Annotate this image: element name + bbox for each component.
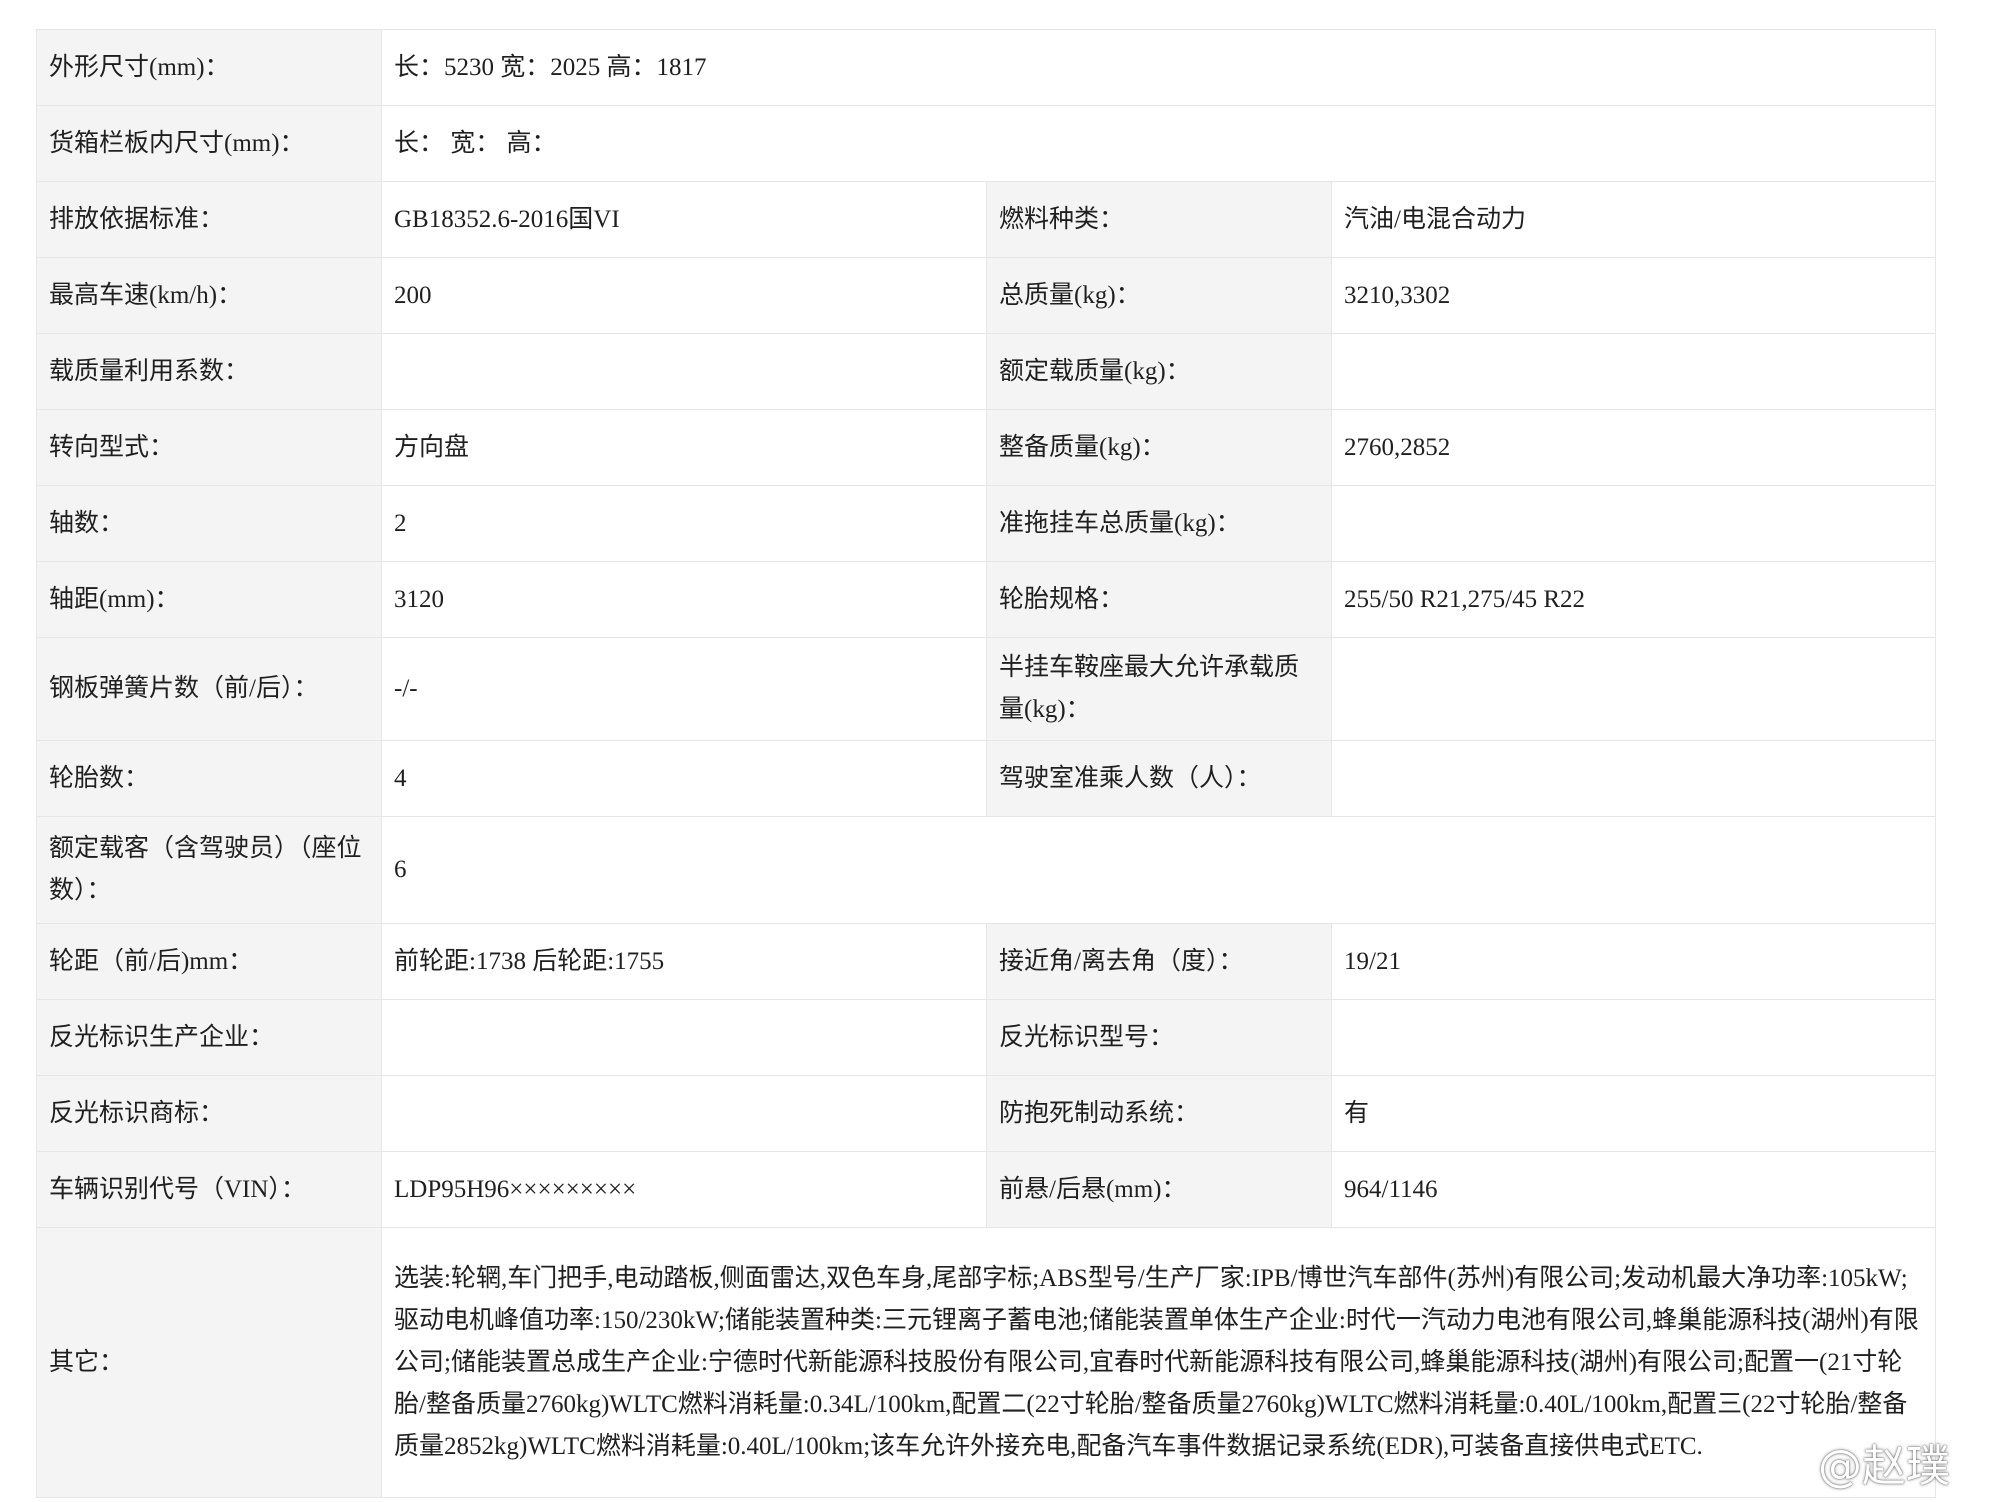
weibo-watermark: @赵璞: [1752, 1432, 1982, 1492]
field-label: 其它：: [36, 1227, 382, 1498]
field-value: 2: [381, 485, 987, 562]
field-label: 轴数：: [36, 485, 382, 562]
field-value: LDP95H96×××××××××: [381, 1151, 987, 1228]
field-label: 接近角/离去角（度）：: [986, 923, 1332, 1000]
field-label: 驾驶室准乘人数（人）：: [986, 740, 1332, 817]
field-value: [1330, 637, 1937, 741]
table-row: 载质量利用系数： 额定载质量(kg)：: [36, 333, 1937, 410]
field-value: [381, 1075, 987, 1152]
field-value: [381, 333, 987, 410]
table-row: 轮距（前/后)mm： 前轮距:1738 后轮距:1755 接近角/离去角（度）：…: [36, 923, 1937, 1000]
other-notes-value: 选装:轮辋,车门把手,电动踏板,侧面雷达,双色车身,尾部字标;ABS型号/生产厂…: [380, 1227, 1937, 1498]
field-value: 方向盘: [381, 409, 987, 486]
field-value: [1330, 485, 1937, 562]
field-value: [1330, 740, 1937, 817]
field-label: 外形尺寸(mm)：: [36, 29, 382, 106]
table-row: 排放依据标准： GB18352.6-2016国VI 燃料种类： 汽油/电混合动力: [36, 181, 1937, 258]
table-row: 最高车速(km/h)： 200 总质量(kg)： 3210,3302: [36, 257, 1937, 334]
field-label: 轮胎规格：: [986, 561, 1332, 638]
field-label: 半挂车鞍座最大允许承载质量(kg)：: [986, 637, 1332, 741]
vehicle-spec-table: 外形尺寸(mm)： 长：5230 宽：2025 高：1817 货箱栏板内尺寸(m…: [36, 29, 1937, 1498]
watermark-text: @赵璞: [1818, 1441, 1950, 1492]
field-label: 额定载质量(kg)：: [986, 333, 1332, 410]
table-row: 轴数： 2 准拖挂车总质量(kg)：: [36, 485, 1937, 562]
field-value: [1330, 333, 1937, 410]
table-row: 其它： 选装:轮辋,车门把手,电动踏板,侧面雷达,双色车身,尾部字标;ABS型号…: [36, 1227, 1937, 1498]
field-label: 总质量(kg)：: [986, 257, 1332, 334]
field-value: 6: [380, 816, 1937, 924]
table-row: 反光标识商标： 防抱死制动系统： 有: [36, 1075, 1937, 1152]
field-value: 255/50 R21,275/45 R22: [1330, 561, 1937, 638]
field-value: 3210,3302: [1330, 257, 1937, 334]
field-label: 载质量利用系数：: [36, 333, 382, 410]
field-label: 轴距(mm)：: [36, 561, 382, 638]
table-row: 车辆识别代号（VIN）： LDP95H96××××××××× 前悬/后悬(mm)…: [36, 1151, 1937, 1228]
field-value: -/-: [381, 637, 987, 741]
field-value: [1330, 999, 1937, 1076]
table-row: 外形尺寸(mm)： 长：5230 宽：2025 高：1817: [36, 29, 1937, 106]
field-label: 反光标识商标：: [36, 1075, 382, 1152]
field-label: 钢板弹簧片数（前/后）：: [36, 637, 382, 741]
field-label: 反光标识型号：: [986, 999, 1332, 1076]
spec-sheet: 外形尺寸(mm)： 长：5230 宽：2025 高：1817 货箱栏板内尺寸(m…: [36, 29, 1937, 1498]
field-value: 前轮距:1738 后轮距:1755: [381, 923, 987, 1000]
table-row: 反光标识生产企业： 反光标识型号：: [36, 999, 1937, 1076]
field-label: 前悬/后悬(mm)：: [986, 1151, 1332, 1228]
table-row: 轮胎数： 4 驾驶室准乘人数（人）：: [36, 740, 1937, 817]
field-value: GB18352.6-2016国VI: [381, 181, 987, 258]
field-value: 汽油/电混合动力: [1330, 181, 1937, 258]
field-value: 长： 宽： 高：: [380, 105, 1937, 182]
field-value: 4: [381, 740, 987, 817]
field-value: 2760,2852: [1330, 409, 1937, 486]
table-row: 轴距(mm)： 3120 轮胎规格： 255/50 R21,275/45 R22: [36, 561, 1937, 638]
field-label: 轮胎数：: [36, 740, 382, 817]
field-label: 货箱栏板内尺寸(mm)：: [36, 105, 382, 182]
field-value: 3120: [381, 561, 987, 638]
weibo-logo-icon: [1754, 1443, 1806, 1485]
field-label: 燃料种类：: [986, 181, 1332, 258]
field-label: 额定载客（含驾驶员）（座位数）：: [36, 816, 382, 924]
field-label: 防抱死制动系统：: [986, 1075, 1332, 1152]
field-label: 排放依据标准：: [36, 181, 382, 258]
field-label: 整备质量(kg)：: [986, 409, 1332, 486]
field-value: 19/21: [1330, 923, 1937, 1000]
table-row: 货箱栏板内尺寸(mm)： 长： 宽： 高：: [36, 105, 1937, 182]
field-value: 有: [1330, 1075, 1937, 1152]
field-label: 准拖挂车总质量(kg)：: [986, 485, 1332, 562]
table-row: 转向型式： 方向盘 整备质量(kg)： 2760,2852: [36, 409, 1937, 486]
field-label: 最高车速(km/h)：: [36, 257, 382, 334]
field-value: [381, 999, 987, 1076]
field-label: 反光标识生产企业：: [36, 999, 382, 1076]
field-value: 200: [381, 257, 987, 334]
field-label: 车辆识别代号（VIN）：: [36, 1151, 382, 1228]
field-value: 长：5230 宽：2025 高：1817: [380, 29, 1937, 106]
table-row: 额定载客（含驾驶员）（座位数）： 6: [36, 816, 1937, 924]
field-label: 轮距（前/后)mm：: [36, 923, 382, 1000]
field-label: 转向型式：: [36, 409, 382, 486]
table-row: 钢板弹簧片数（前/后）： -/- 半挂车鞍座最大允许承载质量(kg)：: [36, 637, 1937, 741]
field-value: 964/1146: [1330, 1151, 1937, 1228]
